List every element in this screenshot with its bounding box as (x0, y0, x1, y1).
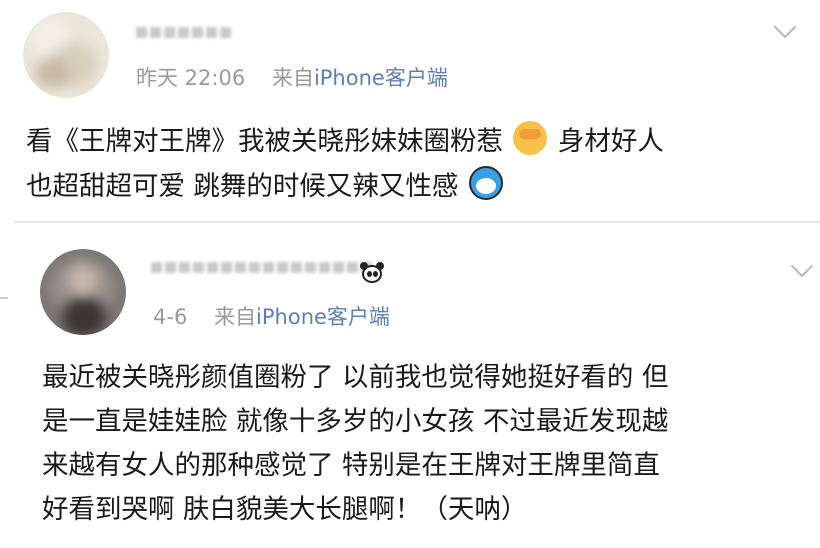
weibo-comment-2: 4-6 来自iPhone客户端 最近被关晓彤颜值圈粉了 以前我也觉得她挺好看的 … (0, 0, 820, 548)
panda-emoji (360, 262, 384, 284)
comment-text: 最近被关晓彤颜值圈粉了 以前我也觉得她挺好看的 但 是一直是娃娃脸 就像十多岁的… (42, 356, 812, 532)
user-avatar[interactable] (40, 249, 126, 335)
source-prefix: 来自 (214, 305, 257, 329)
post-time: 4-6 (153, 305, 188, 329)
text-line: 是一直是娃娃脸 就像十多岁的小女孩 不过最近发现越 (42, 406, 669, 437)
text-line: 好看到哭啊 肤白貌美大长腿啊！（天呐） (42, 494, 528, 525)
post-meta: 4-6 来自iPhone客户端 (153, 301, 390, 331)
source-link[interactable]: iPhone客户端 (256, 305, 390, 329)
chevron-down-icon[interactable] (790, 254, 814, 278)
username-blurred[interactable] (151, 262, 372, 273)
text-line: 最近被关晓彤颜值圈粉了 以前我也觉得她挺好看的 但 (42, 362, 669, 393)
text-line: 来越有女人的那种感觉了 特别是在王牌对王牌里简直 (42, 450, 660, 481)
